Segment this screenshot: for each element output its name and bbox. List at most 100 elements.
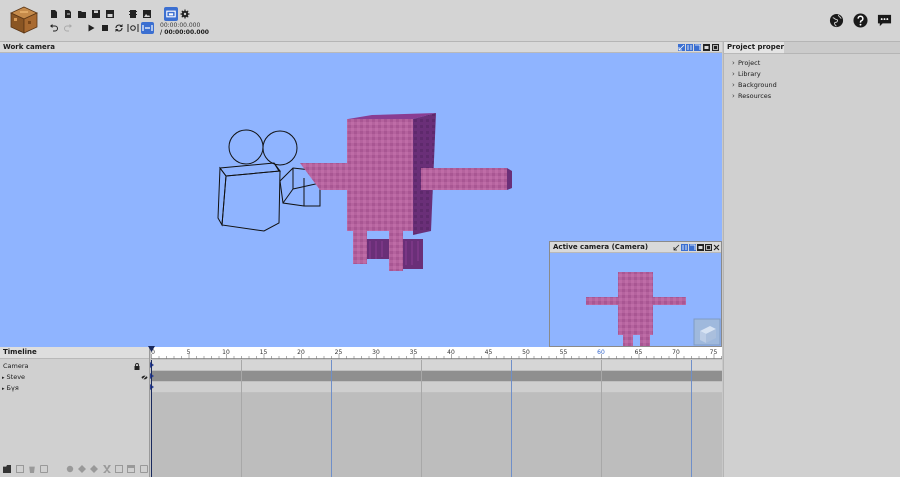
ruler-tick-label: 75	[709, 349, 718, 356]
row-camera-label: Camera	[3, 362, 29, 370]
ruler-tick-label: 45	[484, 349, 493, 356]
active-camera-header: Active camera (Camera)	[550, 242, 721, 253]
ruler-tick-label: 20	[297, 349, 305, 356]
redo-icon[interactable]	[63, 23, 73, 33]
timeline-grid-line	[421, 360, 422, 477]
delete-icon[interactable]	[29, 466, 35, 473]
section-background[interactable]: › Background	[732, 81, 777, 91]
steve-character[interactable]	[300, 113, 512, 271]
current-time-readout: 00:00:00.000	[160, 22, 201, 29]
copy-icon[interactable]	[115, 465, 123, 473]
active-camera-panel[interactable]: Active camera (Camera)	[549, 241, 722, 347]
row-bua-label: Бүя	[6, 384, 19, 392]
view-cube-icon[interactable]	[693, 318, 721, 346]
camera-view-icon[interactable]	[164, 7, 178, 21]
track-empty-area	[151, 393, 722, 477]
add-keyframe-icon[interactable]	[66, 465, 74, 473]
ruler-tick-label: 5	[186, 349, 191, 356]
section-background-label: Background	[738, 81, 777, 89]
timeline-tree: Timeline Camera ▸ Steve ▸ Бүя	[0, 347, 150, 477]
fit-marker-icon[interactable]	[127, 23, 139, 33]
settings-gear-icon[interactable]	[180, 9, 190, 19]
tab-strip-filler	[784, 42, 900, 54]
ruler-tick-label: 30	[372, 349, 380, 356]
project-properties-panel: Project properties › Project › Library › Ba…	[723, 42, 900, 477]
duplicate-icon[interactable]	[16, 465, 24, 473]
timeline-row-camera[interactable]: Camera	[3, 362, 29, 370]
play-icon[interactable]	[86, 23, 96, 33]
ruler-tick-label: 70	[672, 349, 680, 356]
section-library-label: Library	[738, 70, 761, 78]
globe-icon[interactable]	[829, 13, 844, 28]
project-properties-tab[interactable]: Project properties	[724, 42, 799, 54]
save-icon[interactable]	[91, 9, 101, 19]
ruler-tick-label: 10	[222, 349, 230, 356]
save-object-icon[interactable]	[40, 465, 48, 473]
expand-arrow-icon[interactable]: ▸	[2, 386, 5, 392]
grid-toggle-icon[interactable]	[694, 44, 701, 51]
timeline-grid[interactable]	[150, 360, 722, 477]
cam-fullscreen-icon[interactable]	[705, 244, 712, 251]
view-mode-icon[interactable]	[686, 44, 693, 51]
timeline-grid-line	[691, 360, 692, 477]
track-bua[interactable]	[150, 382, 722, 392]
clear-icon[interactable]	[140, 465, 148, 473]
expand-arrow-icon[interactable]: ▸	[2, 375, 5, 381]
playhead-line	[151, 360, 152, 477]
playhead-marker-icon[interactable]	[148, 346, 155, 352]
move-tool-icon[interactable]	[678, 44, 685, 51]
cam-move-tool-icon[interactable]	[673, 244, 680, 251]
keyframe-copy-icon[interactable]	[90, 465, 98, 473]
camera-gizmo[interactable]	[217, 129, 321, 232]
timeline-panel: Timeline Camera ▸ Steve ▸ Бүя 0 5 10 15 20 25 30…	[0, 346, 722, 477]
main-toolbar: 00:00:00.000 / 00:00:00.000	[0, 0, 900, 42]
section-library[interactable]: › Library	[732, 70, 761, 80]
ruler-tick-label: 55	[559, 349, 568, 356]
cam-close-icon[interactable]	[713, 244, 720, 251]
lock-icon[interactable]	[134, 363, 140, 370]
ruler-tick-label: 25	[334, 349, 343, 356]
ruler-tick-label: 60	[597, 349, 605, 356]
work-camera-header: Work camera	[0, 42, 722, 53]
render-image-icon[interactable]	[142, 9, 152, 19]
timeline-grid-line	[511, 360, 512, 477]
hidden-eye-icon[interactable]	[141, 374, 148, 381]
section-resources[interactable]: › Resources	[732, 92, 771, 102]
timeline-row-bua[interactable]: ▸ Бүя	[2, 384, 19, 392]
snap-frames-icon[interactable]	[141, 22, 154, 34]
new-file-icon[interactable]	[49, 9, 59, 19]
row-steve-label: Steve	[6, 373, 26, 381]
timeline-row-steve[interactable]: ▸ Steve	[2, 373, 25, 381]
cut-icon[interactable]	[103, 465, 111, 473]
section-project[interactable]: › Project	[732, 59, 760, 69]
keyframe-icon[interactable]	[78, 465, 86, 473]
app-logo-icon[interactable]	[9, 5, 39, 35]
chat-feedback-icon[interactable]	[877, 13, 892, 28]
work-camera-title: Work camera	[3, 43, 55, 51]
cam-grid-toggle-icon[interactable]	[689, 244, 696, 251]
open-folder-icon[interactable]	[77, 9, 87, 19]
track-camera[interactable]	[150, 360, 722, 370]
new-folder-icon[interactable]	[3, 465, 11, 473]
timeline-title: Timeline	[3, 348, 37, 356]
track-steve[interactable]	[150, 371, 722, 381]
help-icon[interactable]	[853, 13, 868, 28]
loop-icon[interactable]	[114, 23, 124, 33]
stop-icon[interactable]	[100, 23, 110, 33]
timeline-grid-line	[331, 360, 332, 477]
active-camera-title: Active camera (Camera)	[553, 243, 649, 251]
camera-toggle-icon[interactable]	[703, 44, 710, 51]
save-as-icon[interactable]	[105, 9, 115, 19]
total-time-readout: / 00:00:00.000	[160, 29, 209, 36]
open-file-icon[interactable]	[63, 9, 73, 19]
timeline-ruler[interactable]: 0 5 10 15 20 25 30 35 40 45 50 55 60 65 70 75	[148, 346, 722, 359]
cam-view-mode-icon[interactable]	[681, 244, 688, 251]
ruler-tick-label: 50	[522, 349, 530, 356]
cam-toggle-icon[interactable]	[697, 244, 704, 251]
ruler-tick-label: 35	[409, 349, 418, 356]
ruler-tick-label: 15	[259, 349, 268, 356]
paste-icon[interactable]	[127, 465, 135, 473]
render-movie-icon[interactable]	[128, 9, 138, 19]
fullscreen-icon[interactable]	[712, 44, 719, 51]
undo-icon[interactable]	[49, 23, 59, 33]
